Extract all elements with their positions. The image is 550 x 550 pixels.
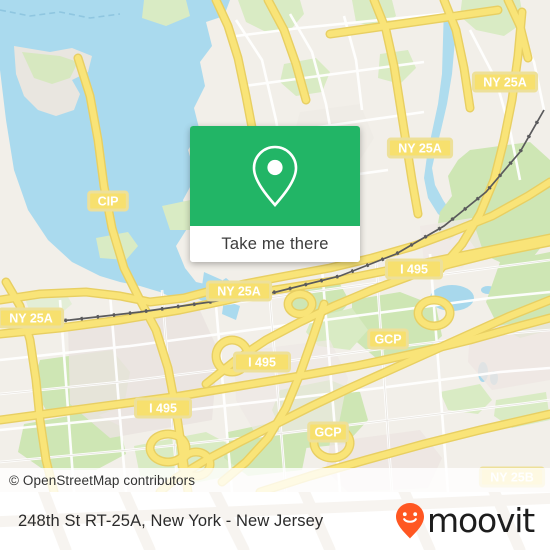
route-shield: GCP xyxy=(367,328,409,350)
route-shield-label: NY 25A xyxy=(9,312,53,326)
route-shield: NY 25A xyxy=(0,307,65,329)
route-shield: NY 25A xyxy=(386,137,454,159)
route-shield: GCP xyxy=(307,421,349,443)
route-shield: CIP xyxy=(87,190,129,212)
route-shield-label: I 495 xyxy=(400,263,428,277)
moovit-map-screenshot: NY 25A NY 25A CIP NY 25A I 495 NY 25A GCP I 495… xyxy=(0,0,550,550)
poi-callout-card[interactable]: Take me there xyxy=(190,126,360,262)
route-shield: I 495 xyxy=(134,397,192,419)
route-shield-label: NY 25A xyxy=(483,76,527,90)
moovit-smiley-pin-icon xyxy=(396,503,425,539)
route-shield-label: NY 25A xyxy=(217,285,261,299)
route-shield: NY 25A xyxy=(471,71,539,93)
moovit-logo[interactable]: moovit xyxy=(395,500,535,540)
route-shield-label: CIP xyxy=(98,195,119,209)
attribution-text: © OpenStreetMap contributors xyxy=(9,472,196,488)
moovit-wordmark: moovit xyxy=(427,500,535,540)
map-attribution: © OpenStreetMap contributors xyxy=(0,468,550,492)
route-shield: I 495 xyxy=(385,258,443,280)
map-canvas[interactable]: NY 25A NY 25A CIP NY 25A I 495 NY 25A GCP I 495… xyxy=(0,0,550,492)
route-shield-label: GCP xyxy=(314,426,341,440)
route-shield-label: I 495 xyxy=(149,402,177,416)
route-shield-label: I 495 xyxy=(248,356,276,370)
footer-bar: 248th St RT-25A, New York - New Jersey m… xyxy=(0,492,550,550)
route-shield-label: GCP xyxy=(374,333,401,347)
map-pin-icon xyxy=(252,145,298,207)
take-me-there-button[interactable]: Take me there xyxy=(190,226,360,262)
route-shield: NY 25A xyxy=(205,280,273,302)
route-shield-label: NY 25A xyxy=(398,142,442,156)
location-title: 248th St RT-25A, New York - New Jersey xyxy=(18,511,324,530)
take-me-there-label: Take me there xyxy=(221,234,329,253)
poi-card-image xyxy=(190,126,360,226)
route-shield: I 495 xyxy=(233,351,291,373)
